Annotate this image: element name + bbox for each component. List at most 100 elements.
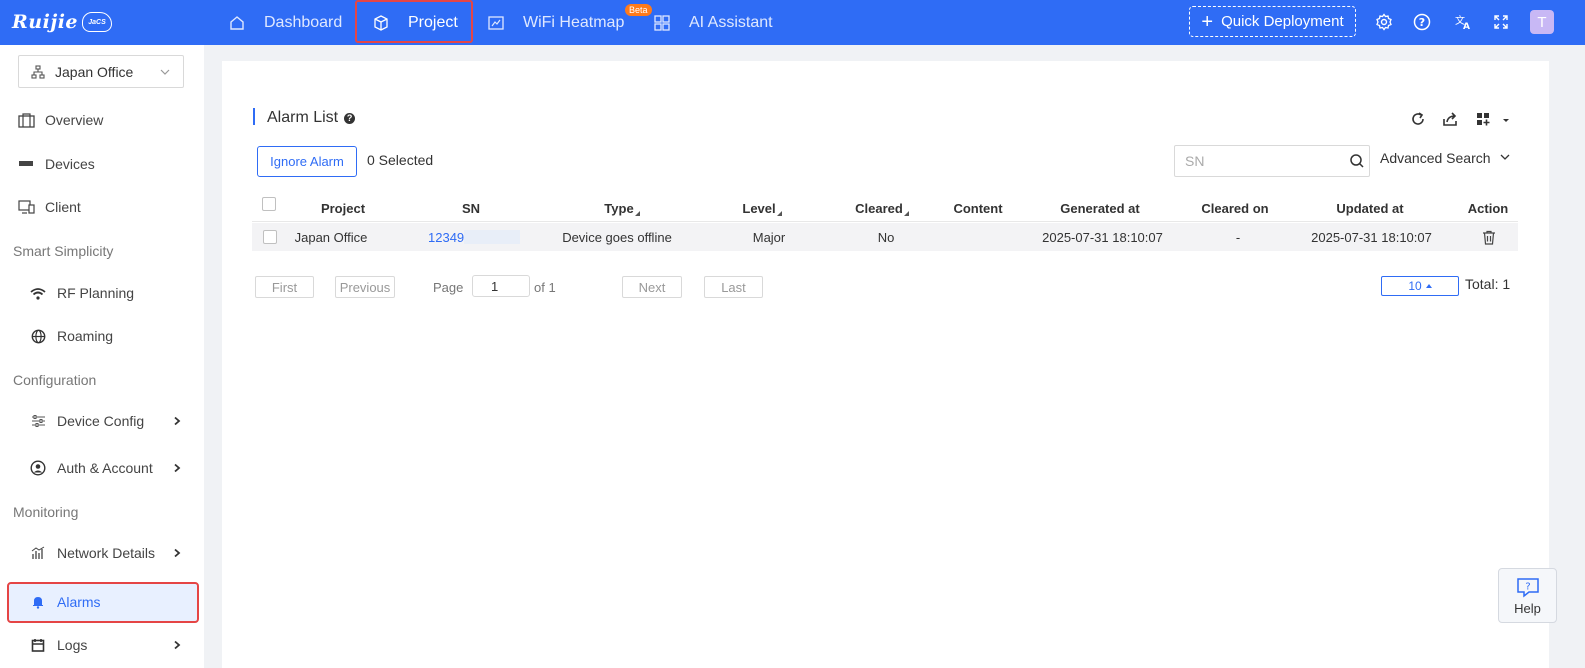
sidebar-item-rf-planning[interactable]: RF Planning	[0, 275, 204, 311]
sidebar-group-monitoring: Monitoring	[13, 504, 79, 520]
pagination-page-input[interactable]: 1	[472, 275, 530, 297]
column-content: Content	[953, 200, 1003, 216]
cube-icon	[372, 14, 390, 32]
sidebar-item-logs[interactable]: Logs	[0, 627, 204, 663]
page-title-text: Alarm List	[267, 109, 339, 126]
selected-count: 0 Selected	[367, 152, 434, 168]
column-sn: SN	[461, 200, 481, 216]
user-avatar[interactable]: T	[1530, 10, 1554, 34]
nav-project-label: Project	[408, 13, 458, 31]
fullscreen-icon[interactable]	[1491, 12, 1511, 32]
sort-icon	[776, 210, 782, 216]
nav-dashboard-label: Dashboard	[264, 13, 343, 31]
chevron-right-icon	[172, 545, 182, 561]
sidebar-item-label: Client	[45, 199, 81, 215]
logo-text: Ruijie	[12, 11, 79, 33]
cell-project: Japan Office	[294, 229, 368, 245]
cell-cleared: No	[877, 229, 895, 245]
briefcase-icon	[17, 111, 35, 129]
project-selector-value: Japan Office	[55, 63, 134, 80]
column-type[interactable]: Type	[582, 194, 662, 222]
sidebar-item-label: Roaming	[57, 328, 114, 344]
project-selector[interactable]: Japan Office	[18, 55, 184, 88]
sidebar-item-overview[interactable]: Overview	[0, 102, 204, 138]
pagination-last-button[interactable]: Last	[704, 276, 763, 298]
sidebar-item-auth-account[interactable]: Auth & Account	[0, 450, 204, 486]
network-icon	[31, 64, 45, 79]
delete-trash-icon[interactable]	[1478, 223, 1500, 251]
info-question-icon[interactable]: ?	[344, 112, 356, 124]
monitor-phone-icon	[17, 198, 35, 216]
cell-type: Device goes offline	[562, 229, 672, 245]
alarm-table-header: Project SN Type Level Cleared Content Ge…	[252, 194, 1518, 222]
sidebar-item-network-details[interactable]: Network Details	[0, 535, 204, 571]
calendar-log-icon	[29, 636, 47, 654]
column-level-label: Level	[742, 200, 776, 216]
pagination-page-label: Page	[433, 280, 464, 295]
pagination-first-button[interactable]: First	[255, 276, 314, 298]
sidebar-item-client[interactable]: Client	[0, 189, 204, 225]
svg-text:?: ?	[1525, 581, 1530, 592]
page-size-select[interactable]: 10	[1381, 276, 1459, 296]
advanced-search-label: Advanced Search	[1380, 150, 1491, 166]
advanced-search-toggle[interactable]: Advanced Search	[1380, 150, 1511, 166]
nav-ai-assistant[interactable]: AI Assistant	[653, 0, 773, 45]
column-level[interactable]: Level	[722, 194, 802, 222]
beta-badge: Beta	[625, 4, 652, 16]
row-checkbox[interactable]	[262, 223, 278, 251]
page-scrollbar[interactable]	[1566, 45, 1585, 668]
home-icon	[228, 14, 246, 32]
sn-search-input[interactable]: SN	[1174, 145, 1370, 177]
logo-cloud: JaCS	[82, 12, 113, 32]
search-icon[interactable]	[1349, 153, 1365, 172]
nav-dashboard[interactable]: Dashboard	[228, 0, 342, 45]
user-circle-icon	[29, 459, 47, 477]
refresh-icon[interactable]	[1409, 110, 1427, 128]
switch-device-icon	[17, 155, 35, 173]
ruijie-logo[interactable]: Ruijie JaCS	[12, 9, 113, 35]
pagination-previous-button[interactable]: Previous	[335, 276, 395, 298]
cell-level: Major	[752, 229, 786, 245]
help-button[interactable]: ? Help	[1498, 568, 1557, 623]
settings-gear-icon[interactable]	[1374, 12, 1394, 32]
nav-ai-assistant-label: AI Assistant	[689, 13, 773, 31]
sidebar-item-device-config[interactable]: Device Config	[0, 403, 204, 439]
sidebar-item-alarms[interactable]: Alarms	[0, 584, 204, 620]
sidebar-item-roaming[interactable]: Roaming	[0, 318, 204, 354]
nav-project[interactable]: Project	[372, 0, 458, 45]
export-icon[interactable]	[1441, 110, 1459, 128]
wifi-icon	[29, 284, 47, 302]
column-cleared[interactable]: Cleared	[842, 194, 922, 222]
quick-deployment-label: Quick Deployment	[1221, 13, 1344, 30]
nav-wifi-heatmap[interactable]: WiFi Heatmap	[487, 0, 624, 45]
sidebar-item-label: RF Planning	[57, 285, 135, 301]
cell-sn[interactable]: 12349	[428, 223, 520, 251]
column-action: Action	[1467, 200, 1509, 216]
sidebar-item-label: Logs	[57, 637, 88, 653]
column-updated-at: Updated at	[1336, 200, 1404, 216]
sidebar-item-label: Devices	[45, 156, 95, 172]
sidebar-item-devices[interactable]: Devices	[0, 146, 204, 182]
nav-wifi-heatmap-label: WiFi Heatmap	[523, 13, 625, 31]
column-cleared-label: Cleared	[855, 200, 903, 216]
table-row: Japan Office 12349 Device goes offline M…	[252, 223, 1518, 251]
ignore-alarm-button[interactable]: Ignore Alarm	[257, 146, 357, 177]
top-navigation-bar: Ruijie JaCS Dashboard Project WiFi Heatm…	[0, 0, 1585, 45]
column-settings-icon[interactable]	[1476, 110, 1514, 128]
translate-icon[interactable]: 文A	[1453, 12, 1473, 32]
cell-generated-at: 2025-07-31 18:10:07	[1042, 229, 1163, 245]
column-project: Project	[320, 200, 366, 216]
sidebar-item-label: Auth & Account	[57, 460, 153, 476]
column-cleared-on: Cleared on	[1201, 200, 1269, 216]
sort-icon	[634, 210, 640, 216]
help-chat-icon: ?	[1515, 576, 1541, 601]
sidebar-item-label: Alarms	[57, 594, 101, 610]
help-label: Help	[1514, 600, 1541, 616]
quick-deployment-button[interactable]: + Quick Deployment	[1189, 6, 1356, 37]
pagination-next-button[interactable]: Next	[622, 276, 682, 298]
sort-icon	[903, 210, 909, 216]
sn-link[interactable]: 12349	[428, 230, 464, 245]
svg-text:?: ?	[1419, 16, 1425, 29]
help-question-icon[interactable]: ?	[1412, 12, 1432, 32]
select-all-checkbox[interactable]	[261, 190, 277, 218]
